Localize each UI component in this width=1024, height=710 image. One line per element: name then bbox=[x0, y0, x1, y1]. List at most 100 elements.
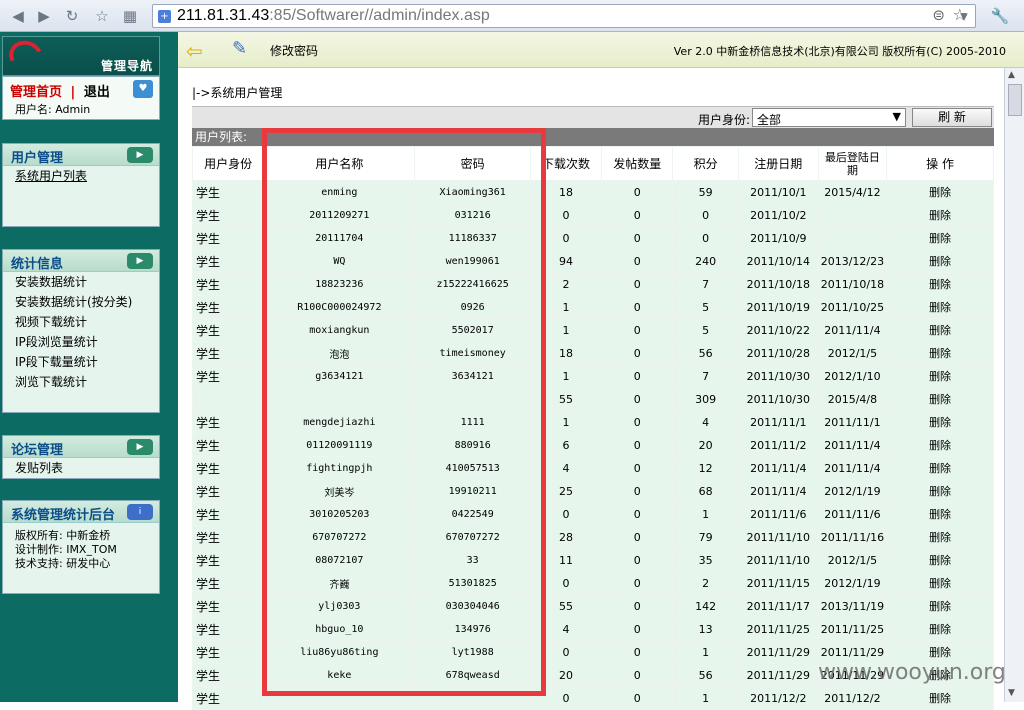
table-cell: 4 bbox=[529, 617, 603, 641]
cell-password: 3634121 bbox=[414, 364, 531, 388]
delete-link[interactable]: 删除 bbox=[886, 318, 994, 342]
table-row: 学生 01120091119 880916 6 0 20 2011/11/2 2011/11/… bbox=[191, 433, 994, 457]
role-select[interactable]: 全部 ▼ bbox=[752, 108, 906, 127]
cell-role: 学生 bbox=[191, 525, 265, 549]
cell-role: 学生 bbox=[191, 410, 265, 434]
sidebar-item-ip-view-stats[interactable]: IP段浏览量统计 bbox=[3, 332, 159, 352]
table-row: 学生 08072107 33 11 0 35 2011/11/10 2012/1/5 删除 bbox=[191, 548, 994, 572]
table-cell: 2011/11/2 bbox=[737, 433, 819, 457]
sidebar-item-browse-download-stats[interactable]: 浏览下载统计 bbox=[3, 372, 159, 392]
table-cell: 1 bbox=[529, 364, 603, 388]
role-select-value: 全部 bbox=[757, 113, 782, 127]
delete-link[interactable]: 删除 bbox=[886, 295, 994, 319]
delete-link[interactable]: 删除 bbox=[886, 180, 994, 204]
column-header: 操 作 bbox=[886, 146, 994, 181]
forum-title: 论坛管理 bbox=[11, 443, 64, 458]
cell-role: 学生 bbox=[191, 617, 265, 641]
forward-icon[interactable]: ▶ bbox=[34, 6, 54, 26]
table-cell: 2011/10/30 bbox=[737, 387, 819, 411]
cell-role: 学生 bbox=[191, 341, 265, 365]
table-cell: 0 bbox=[529, 203, 603, 227]
cell-role: 学生 bbox=[191, 548, 265, 572]
delete-link[interactable]: 删除 bbox=[886, 525, 994, 549]
wrench-icon[interactable]: 🔧 bbox=[990, 6, 1010, 26]
delete-link[interactable]: 删除 bbox=[886, 410, 994, 434]
delete-link[interactable]: 删除 bbox=[886, 456, 994, 480]
delete-link[interactable]: 删除 bbox=[886, 686, 994, 710]
delete-link[interactable]: 删除 bbox=[886, 433, 994, 457]
cell-password: 678qweasd bbox=[414, 663, 531, 687]
cell-password: Xiaoming361 bbox=[414, 180, 531, 204]
table-cell: 94 bbox=[529, 249, 603, 273]
table-cell: 142 bbox=[672, 594, 739, 618]
table-cell: 2011/11/4 bbox=[817, 456, 888, 480]
scroll-down-icon[interactable]: ▼ bbox=[1008, 688, 1015, 698]
filter-bar: 用户身份: 全部 ▼ 刷 新 bbox=[192, 106, 994, 128]
page-icon[interactable]: ⊜ bbox=[932, 6, 945, 24]
delete-link[interactable]: 删除 bbox=[886, 364, 994, 388]
table-cell: 0 bbox=[529, 502, 603, 526]
delete-link[interactable]: 删除 bbox=[886, 387, 994, 411]
delete-link[interactable]: 删除 bbox=[886, 272, 994, 296]
stats-arrow-icon: ▶ bbox=[127, 253, 153, 269]
home-link[interactable]: 管理首页 bbox=[10, 85, 62, 100]
column-header: 下载次数 bbox=[529, 146, 603, 181]
table-cell: 2 bbox=[672, 571, 739, 595]
delete-link[interactable]: 删除 bbox=[886, 548, 994, 572]
delete-link[interactable]: 删除 bbox=[886, 594, 994, 618]
table-cell: 0 bbox=[601, 686, 674, 710]
cell-role: 学生 bbox=[191, 456, 265, 480]
logout-link[interactable]: 退出 bbox=[84, 85, 110, 100]
table-cell: 25 bbox=[529, 479, 603, 503]
table-cell: 0 bbox=[601, 272, 674, 296]
sidebar-item-video-download-stats[interactable]: 视频下载统计 bbox=[3, 312, 159, 332]
table-cell: 7 bbox=[672, 364, 739, 388]
sidebar-item-install-stats-category[interactable]: 安装数据统计(按分类) bbox=[3, 292, 159, 312]
back-arrow-icon[interactable]: ⇦ bbox=[186, 39, 203, 63]
dropdown-icon[interactable]: ▾ bbox=[954, 6, 974, 26]
table-cell: 2011/10/18 bbox=[817, 272, 888, 296]
delete-link[interactable]: 删除 bbox=[886, 341, 994, 365]
star-icon[interactable]: ☆ bbox=[92, 6, 112, 26]
table-row: 学生 刘美岑 19910211 25 0 68 2011/11/4 2012/1/19 删除 bbox=[191, 479, 994, 503]
cell-password: lyt1988 bbox=[414, 640, 531, 664]
reload-icon[interactable]: ↻ bbox=[62, 6, 82, 26]
table-cell: 6 bbox=[529, 433, 603, 457]
cell-username: ylj0303 bbox=[263, 594, 416, 618]
delete-link[interactable]: 删除 bbox=[886, 479, 994, 503]
copyright-line: 版权所有: 中新金桥 bbox=[15, 529, 111, 542]
table-cell: 0 bbox=[529, 226, 603, 250]
sidebar-item-install-stats[interactable]: 安装数据统计 bbox=[3, 272, 159, 292]
apps-icon[interactable]: ▦ bbox=[120, 6, 140, 26]
scroll-up-icon[interactable]: ▲ bbox=[1008, 70, 1015, 80]
cell-role: 学生 bbox=[191, 203, 265, 227]
back-icon[interactable]: ◀ bbox=[8, 6, 28, 26]
filter-label: 用户身份: bbox=[698, 113, 751, 127]
table-cell: 55 bbox=[529, 387, 603, 411]
refresh-button[interactable]: 刷 新 bbox=[912, 108, 992, 127]
table-cell: 2011/12/2 bbox=[817, 686, 888, 710]
sidebar-item-system-user-list[interactable]: 系统用户列表 bbox=[3, 166, 159, 186]
table-cell: 0 bbox=[601, 203, 674, 227]
delete-link[interactable]: 删除 bbox=[886, 203, 994, 227]
delete-link[interactable]: 删除 bbox=[886, 617, 994, 641]
table-cell: 2011/10/28 bbox=[737, 341, 819, 365]
table-cell: 0 bbox=[601, 410, 674, 434]
scrollbar[interactable]: ▲ ▼ bbox=[1004, 68, 1024, 702]
delete-link[interactable]: 删除 bbox=[886, 249, 994, 273]
delete-link[interactable]: 删除 bbox=[886, 571, 994, 595]
cell-password: 410057513 bbox=[414, 456, 531, 480]
sidebar-item-ip-download-stats[interactable]: IP段下载量统计 bbox=[3, 352, 159, 372]
cell-role: 学生 bbox=[191, 686, 265, 710]
change-password-link[interactable]: 修改密码 bbox=[270, 42, 318, 59]
cell-password: 670707272 bbox=[414, 525, 531, 549]
table-row: 学生 3010205203 0422549 0 0 1 2011/11/6 2011/11/6… bbox=[191, 502, 994, 526]
delete-link[interactable]: 删除 bbox=[886, 226, 994, 250]
address-bar[interactable]: + 211.81.31.43:85/Softwarer//admin/index… bbox=[152, 4, 976, 28]
sidebar-item-post-list[interactable]: 发贴列表 bbox=[3, 458, 159, 478]
table-cell: 0 bbox=[529, 571, 603, 595]
scroll-thumb[interactable] bbox=[1008, 84, 1022, 116]
delete-link[interactable]: 删除 bbox=[886, 502, 994, 526]
table-cell: 2011/11/6 bbox=[737, 502, 819, 526]
table-cell: 2012/1/19 bbox=[817, 571, 888, 595]
